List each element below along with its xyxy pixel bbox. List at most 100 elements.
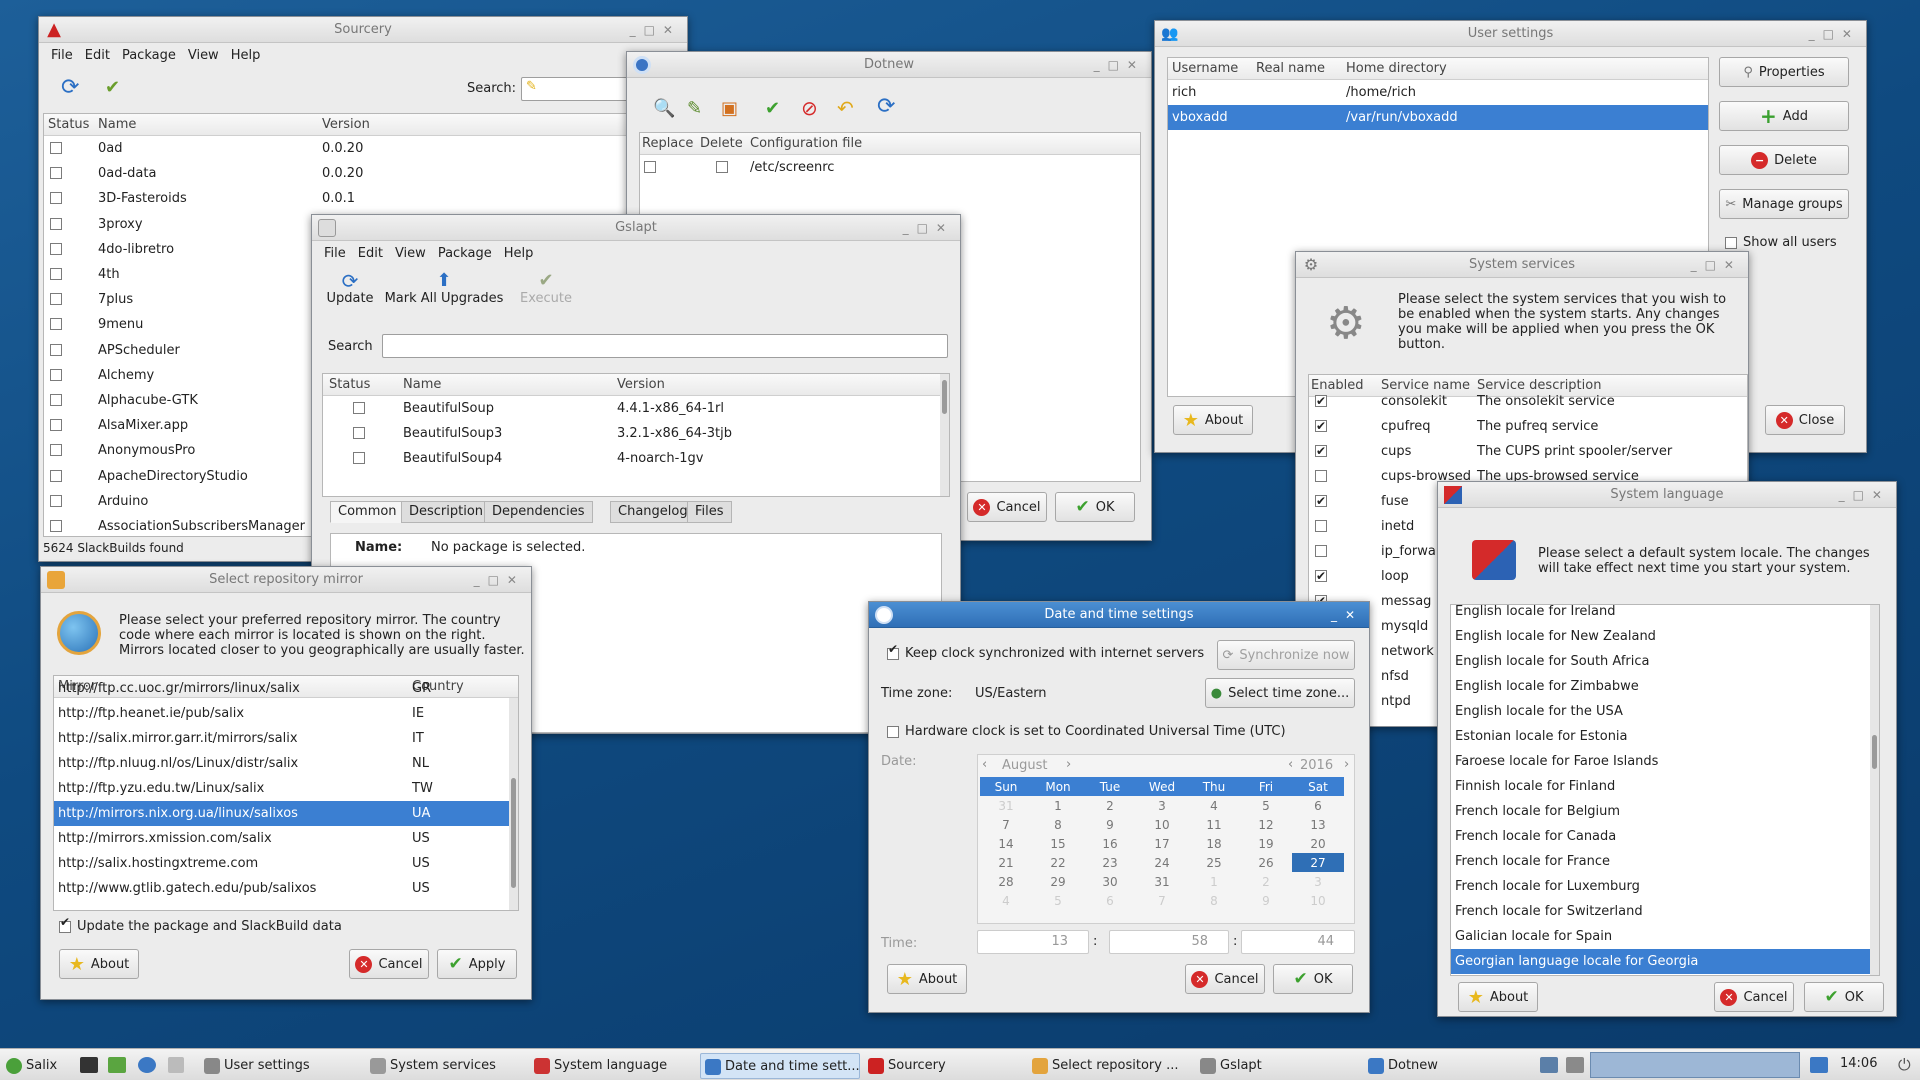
prev-year-icon[interactable]: ‹ [1288, 757, 1293, 772]
menu-file[interactable]: File [324, 246, 346, 261]
col-delete[interactable]: Delete [700, 136, 743, 151]
remove-icon[interactable]: ⊘ [801, 96, 818, 120]
second-spin[interactable]: 44 [1241, 930, 1355, 954]
table-row[interactable]: 0ad-data 0.0.20 [44, 161, 687, 186]
start-menu-button[interactable]: Salix [2, 1053, 72, 1079]
calendar-grid[interactable]: Sun Mon Tue Wed Thu Fri Sat 31 1 2 3 4 5 6 7 8 9 10 11 12 13… [980, 777, 1344, 910]
calendar-day[interactable]: 17 [1136, 834, 1188, 853]
sourcery-titlebar[interactable]: ▲ Sourcery _□✕ [39, 17, 687, 43]
locale-item[interactable]: English locale for Zimbabwe [1451, 674, 1879, 699]
diff-icon[interactable]: ✎ [687, 98, 702, 119]
calendar-day[interactable]: 22 [1032, 853, 1084, 872]
calendar-day[interactable]: 1 [1188, 872, 1240, 891]
next-month-icon[interactable]: › [1066, 757, 1071, 772]
calendar-day[interactable]: 27 [1292, 853, 1344, 872]
system-services-titlebar[interactable]: ⚙ System services _□✕ [1296, 252, 1748, 278]
apply-check-icon[interactable]: ✔ [105, 77, 120, 98]
locale-item[interactable]: French locale for Canada [1451, 824, 1879, 849]
table-row[interactable]: http://ftp.cc.uoc.gr/mirrors/linux/salix… [54, 676, 518, 701]
install-checkbox[interactable] [50, 142, 62, 154]
table-row[interactable]: cups The CUPS print spooler/server [1309, 439, 1747, 464]
select-timezone-button[interactable]: ● Select time zone... [1205, 678, 1355, 708]
calendar-day[interactable]: 21 [980, 853, 1032, 872]
dotnew-titlebar[interactable]: Dotnew _□✕ [627, 52, 1151, 78]
table-row[interactable]: /etc/screenrc [640, 155, 1140, 180]
install-checkbox[interactable] [50, 242, 62, 255]
install-checkbox[interactable] [50, 268, 62, 280]
enabled-checkbox[interactable] [1315, 545, 1327, 557]
show-desktop-icon[interactable] [1810, 1057, 1828, 1073]
install-checkbox[interactable] [50, 394, 62, 406]
calendar-day[interactable]: 2 [1084, 796, 1136, 815]
taskbar-item[interactable]: System language [530, 1053, 690, 1079]
col-home[interactable]: Home directory [1346, 61, 1447, 76]
search-input[interactable] [382, 334, 948, 358]
about-button[interactable]: ★ About [887, 964, 967, 994]
keep-check-icon[interactable]: ✔ [765, 98, 780, 119]
about-button[interactable]: ★ About [1458, 982, 1538, 1012]
vertical-scrollbar[interactable] [940, 374, 949, 496]
manage-groups-button[interactable]: ✂ Manage groups [1719, 189, 1849, 219]
network-icon[interactable] [1540, 1057, 1558, 1073]
table-row[interactable]: http://mirrors.nix.org.ua/linux/salixos U… [54, 801, 518, 826]
table-row[interactable]: rich/home/rich [1168, 80, 1708, 105]
volume-icon[interactable] [1566, 1057, 1584, 1073]
update-data-checkbox[interactable] [59, 915, 71, 933]
col-status[interactable]: Status [329, 377, 370, 392]
tab-description[interactable]: Description [401, 501, 492, 523]
vertical-scrollbar[interactable] [1870, 605, 1879, 975]
power-icon[interactable]: ⏻ [1898, 1055, 1911, 1075]
delete-button[interactable]: − Delete [1719, 145, 1849, 175]
col-realname[interactable]: Real name [1256, 61, 1325, 76]
calendar-day[interactable]: 8 [1188, 891, 1240, 910]
calendar-day[interactable]: 3 [1136, 796, 1188, 815]
window-controls[interactable]: _□✕ [474, 567, 525, 593]
minute-spin[interactable]: 58 [1109, 930, 1229, 954]
execute-tool-button[interactable]: ✔ Execute [516, 271, 576, 307]
calendar-day[interactable]: 19 [1240, 834, 1292, 853]
table-row[interactable]: cpufreq The pufreq service [1309, 414, 1747, 439]
enabled-checkbox[interactable] [1315, 520, 1327, 532]
calendar-day[interactable]: 6 [1292, 796, 1344, 815]
install-checkbox[interactable] [50, 469, 62, 482]
about-button[interactable]: ★ About [1173, 405, 1253, 435]
calendar-day[interactable]: 14 [980, 834, 1032, 853]
system-language-titlebar[interactable]: System language _□✕ [1438, 482, 1896, 508]
prev-month-icon[interactable]: ‹ [982, 757, 987, 772]
update-tool-button[interactable]: ⟳ Update [322, 271, 378, 306]
calendar-day[interactable]: 25 [1188, 853, 1240, 872]
install-checkbox[interactable] [50, 167, 62, 180]
install-checkbox[interactable] [50, 419, 62, 432]
window-controls[interactable]: _□✕ [630, 17, 681, 43]
calendar-day[interactable]: 30 [1084, 872, 1136, 891]
about-button[interactable]: ★ About [59, 949, 139, 979]
locale-item[interactable]: French locale for Belgium [1451, 799, 1879, 824]
window-controls[interactable]: _□✕ [1691, 252, 1742, 278]
ok-button[interactable]: ✔ OK [1804, 982, 1884, 1012]
workspace-switcher[interactable] [1590, 1052, 1800, 1078]
synchronize-now-button[interactable]: ⟳ Synchronize now [1217, 640, 1355, 670]
status-checkbox[interactable] [353, 427, 365, 439]
refresh-icon[interactable]: ⟳ [877, 94, 895, 119]
locale-item[interactable]: French locale for Switzerland [1451, 899, 1879, 924]
taskbar-item[interactable]: Select repository ... [1028, 1053, 1188, 1079]
calendar-day[interactable]: 10 [1292, 891, 1344, 910]
properties-button[interactable]: ⚲ Properties [1719, 57, 1849, 87]
calendar-day[interactable]: 13 [1292, 815, 1344, 834]
gslapt-titlebar[interactable]: Gslapt _□✕ [312, 215, 960, 241]
calendar-day[interactable]: 24 [1136, 853, 1188, 872]
calendar-day[interactable]: 16 [1084, 834, 1136, 853]
calendar-day[interactable]: 6 [1084, 891, 1136, 910]
menu-help[interactable]: Help [231, 48, 261, 63]
calendar-day[interactable]: 18 [1188, 834, 1240, 853]
col-name[interactable]: Name [403, 377, 441, 392]
calendar-day[interactable]: 5 [1240, 796, 1292, 815]
install-checkbox[interactable] [50, 217, 62, 230]
col-version[interactable]: Version [617, 377, 665, 392]
table-row[interactable]: 3D-Fasteroids 0.0.1 [44, 186, 687, 211]
table-row[interactable]: http://mirrors.xmission.com/salix US [54, 826, 518, 851]
menu-view[interactable]: View [395, 246, 426, 261]
add-button[interactable]: + Add [1719, 101, 1849, 131]
col-name[interactable]: Name [98, 117, 136, 132]
utc-checkbox[interactable] [887, 726, 899, 738]
